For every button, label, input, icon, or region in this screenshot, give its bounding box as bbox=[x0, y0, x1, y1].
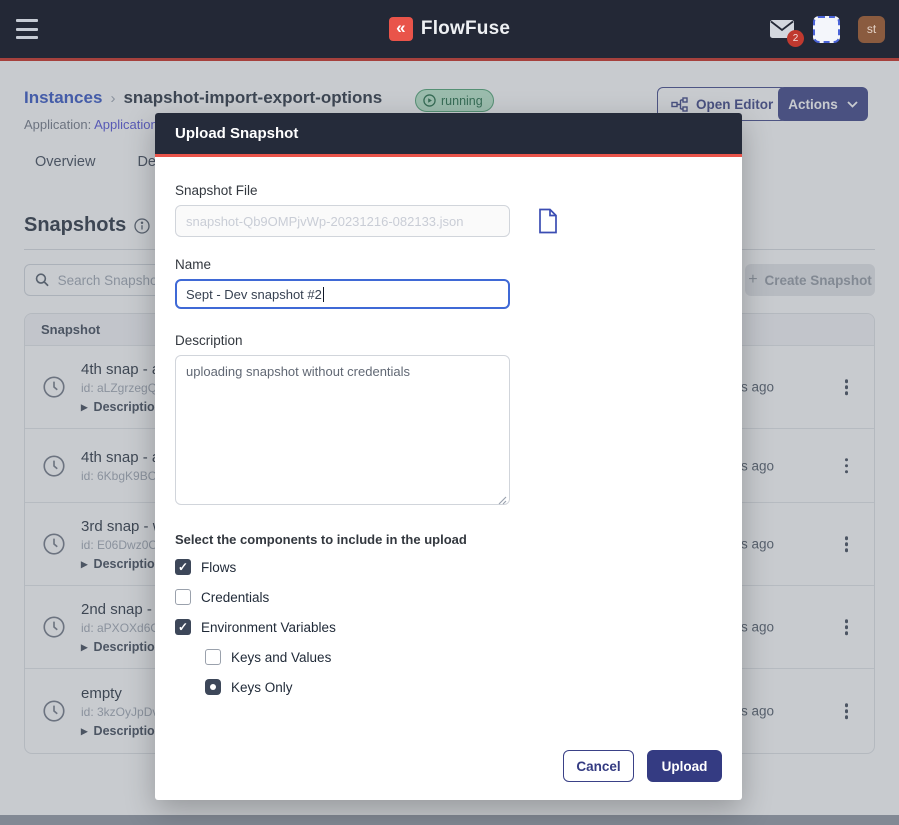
brand-name: FlowFuse bbox=[421, 18, 510, 40]
checkbox-keys-and-values[interactable] bbox=[205, 649, 221, 665]
checkbox-environment-variables[interactable] bbox=[175, 619, 191, 635]
dialog-title: Upload Snapshot bbox=[175, 125, 298, 142]
checkbox-flows[interactable] bbox=[175, 559, 191, 575]
option-flows[interactable]: Flows bbox=[175, 559, 722, 575]
upload-snapshot-dialog: Upload Snapshot Snapshot File Name Sept … bbox=[155, 113, 742, 800]
option-credentials[interactable]: Credentials bbox=[175, 589, 722, 605]
cancel-button[interactable]: Cancel bbox=[563, 750, 634, 782]
name-input[interactable]: Sept - Dev snapshot #2 bbox=[175, 279, 510, 309]
notification-badge: 2 bbox=[787, 30, 804, 47]
description-textarea[interactable]: uploading snapshot without credentials bbox=[175, 355, 510, 505]
option-keys-only-label: Keys Only bbox=[231, 680, 293, 695]
option-keys-and-values-label: Keys and Values bbox=[231, 650, 331, 665]
option-keys-only[interactable]: Keys Only bbox=[205, 679, 722, 695]
upload-button[interactable]: Upload bbox=[647, 750, 722, 782]
option-environment-variables[interactable]: Environment Variables bbox=[175, 619, 722, 635]
checkbox-credentials[interactable] bbox=[175, 589, 191, 605]
top-navbar: « FlowFuse 2 st bbox=[0, 0, 899, 61]
user-avatar[interactable]: st bbox=[858, 16, 885, 43]
option-flows-label: Flows bbox=[201, 560, 236, 575]
text-caret bbox=[323, 287, 324, 302]
document-icon bbox=[537, 208, 559, 234]
notifications-button[interactable]: 2 bbox=[769, 19, 795, 39]
app-screen: « FlowFuse 2 st Instances › snapshot-imp… bbox=[0, 0, 899, 825]
snapshot-file-input[interactable] bbox=[175, 205, 510, 237]
option-environment-variables-label: Environment Variables bbox=[201, 620, 336, 635]
name-value: Sept - Dev snapshot #2 bbox=[186, 287, 322, 302]
option-credentials-label: Credentials bbox=[201, 590, 269, 605]
option-keys-and-values[interactable]: Keys and Values bbox=[205, 649, 722, 665]
team-avatar-icon[interactable] bbox=[813, 16, 840, 43]
brand-logo: « FlowFuse bbox=[0, 0, 899, 58]
description-label: Description bbox=[175, 333, 722, 348]
snapshot-file-label: Snapshot File bbox=[175, 183, 722, 198]
choose-file-button[interactable] bbox=[537, 208, 559, 234]
flowfuse-logo-icon: « bbox=[389, 17, 413, 41]
dialog-header: Upload Snapshot bbox=[155, 113, 742, 157]
radio-keys-only[interactable] bbox=[205, 679, 221, 695]
components-label: Select the components to include in the … bbox=[175, 532, 722, 547]
menu-icon[interactable] bbox=[16, 19, 40, 39]
name-label: Name bbox=[175, 257, 722, 272]
